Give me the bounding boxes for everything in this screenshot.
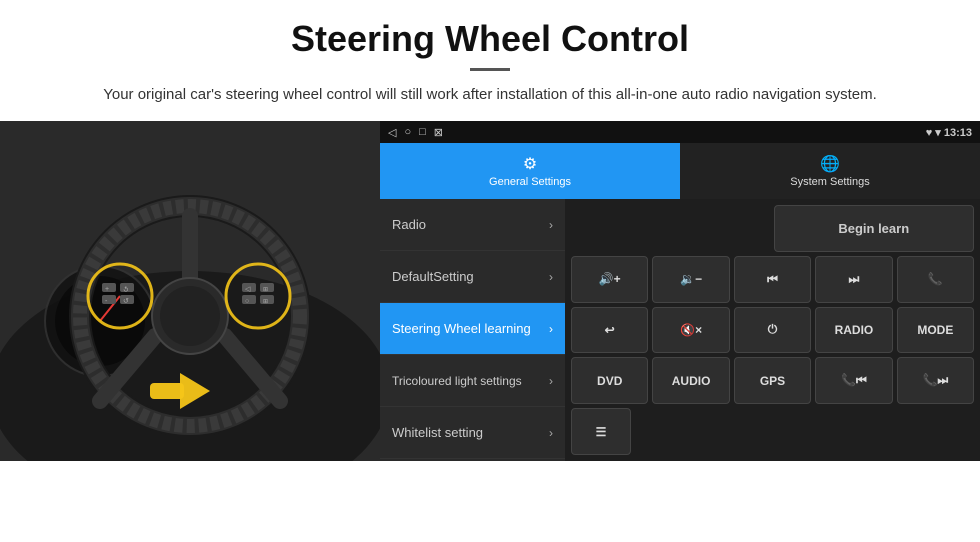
list-button[interactable]: ☰ — [571, 408, 631, 455]
audio-label: AUDIO — [672, 374, 711, 388]
svg-text:⊞: ⊞ — [263, 287, 268, 293]
svg-text:+: + — [105, 286, 109, 293]
home-icon[interactable]: ○ — [404, 126, 411, 139]
top-section: Steering Wheel Control Your original car… — [0, 0, 980, 121]
back-call-icon: ↩ — [605, 323, 615, 337]
svg-text:○: ○ — [245, 298, 249, 305]
power-icon: ⏻ — [768, 322, 778, 337]
subtitle: Your original car's steering wheel contr… — [60, 83, 920, 107]
svg-text:◁: ◁ — [245, 286, 251, 293]
list-icon: ☰ — [596, 425, 607, 439]
system-settings-icon: 🌐 — [820, 154, 840, 174]
general-settings-label: General Settings — [489, 176, 571, 188]
empty-btn — [571, 205, 770, 252]
menu-item-steering[interactable]: Steering Wheel learning › — [380, 303, 565, 355]
panel-row-3: ↩ 🔇× ⏻ RADIO MODE — [571, 307, 974, 354]
vol-up-button[interactable]: 🔊+ — [571, 256, 648, 303]
vol-down-button[interactable]: 🔉− — [652, 256, 729, 303]
vol-up-icon: 🔊+ — [599, 272, 621, 286]
steering-chevron: › — [549, 322, 553, 336]
tricoloured-chevron: › — [549, 374, 553, 388]
grid-icon[interactable]: ⊠ — [434, 126, 443, 139]
mode-button[interactable]: MODE — [897, 307, 974, 354]
panel-row-1: Begin learn — [571, 205, 974, 252]
tab-general[interactable]: ⚙ General Settings — [380, 143, 680, 199]
status-bar: ◁ ○ □ ⊠ ♥ ▾ 13:13 — [380, 121, 980, 143]
tab-bar: ⚙ General Settings 🌐 System Settings — [380, 143, 980, 199]
dvd-button[interactable]: DVD — [571, 357, 648, 404]
dvd-label: DVD — [597, 374, 622, 388]
whitelist-label: Whitelist setting — [392, 425, 483, 440]
next-icon: ⏭ — [849, 272, 860, 287]
status-bar-right: ♥ ▾ 13:13 — [926, 126, 972, 139]
gps-label: GPS — [760, 374, 785, 388]
prev-track-button[interactable]: ⏮ — [734, 256, 811, 303]
tel-prev-button[interactable]: 📞⏮ — [815, 357, 892, 404]
radio-btn[interactable]: RADIO — [815, 307, 892, 354]
title-divider — [470, 68, 510, 71]
vol-down-icon: 🔉− — [680, 272, 702, 286]
back-icon[interactable]: ◁ — [388, 126, 396, 139]
gps-button[interactable]: GPS — [734, 357, 811, 404]
system-settings-label: System Settings — [790, 176, 869, 188]
whitelist-chevron: › — [549, 426, 553, 440]
svg-text:⊞: ⊞ — [263, 299, 268, 305]
svg-text:↺: ↺ — [123, 298, 129, 305]
status-bar-left: ◁ ○ □ ⊠ — [388, 126, 443, 139]
android-ui: ◁ ○ □ ⊠ ♥ ▾ 13:13 ⚙ General Settings 🌐 S… — [380, 121, 980, 461]
panel-row-5: ☰ — [571, 408, 974, 455]
mute-button[interactable]: 🔇× — [652, 307, 729, 354]
time-display: 13:13 — [944, 127, 972, 139]
begin-learn-button[interactable]: Begin learn — [774, 205, 975, 252]
default-label: DefaultSetting — [392, 269, 474, 284]
car-image-area: + - ↺ ↺ ◁ ⊞ ○ ⊞ — [0, 121, 380, 461]
radio-chevron: › — [549, 218, 553, 232]
main-title: Steering Wheel Control — [60, 18, 920, 60]
phone-button[interactable]: 📞 — [897, 256, 974, 303]
menu-item-tricoloured[interactable]: Tricoloured light settings › — [380, 355, 565, 407]
menu-item-radio[interactable]: Radio › — [380, 199, 565, 251]
mute-icon: 🔇× — [680, 323, 702, 337]
tel-next-button[interactable]: 📞⏭ — [897, 357, 974, 404]
next-track-button[interactable]: ⏭ — [815, 256, 892, 303]
signal-icon: ♥ ▾ — [926, 127, 944, 139]
left-menu: Radio › DefaultSetting › Steering Wheel … — [380, 199, 565, 461]
steering-label: Steering Wheel learning — [392, 321, 531, 336]
panel-row-2: 🔊+ 🔉− ⏮ ⏭ 📞 — [571, 256, 974, 303]
prev-icon: ⏮ — [767, 272, 778, 287]
main-row: + - ↺ ↺ ◁ ⊞ ○ ⊞ ◁ ○ — [0, 121, 980, 461]
back-call-button[interactable]: ↩ — [571, 307, 648, 354]
radio-btn-label: RADIO — [835, 323, 874, 337]
power-button[interactable]: ⏻ — [734, 307, 811, 354]
mode-label: MODE — [917, 323, 953, 337]
panel-row-4: DVD AUDIO GPS 📞⏮ 📞⏭ — [571, 357, 974, 404]
tel-prev-icon: 📞⏮ — [841, 373, 867, 388]
content-area: Radio › DefaultSetting › Steering Wheel … — [380, 199, 980, 461]
tricoloured-label: Tricoloured light settings — [392, 374, 522, 388]
tab-system[interactable]: 🌐 System Settings — [680, 143, 980, 199]
general-settings-icon: ⚙ — [523, 154, 537, 174]
default-chevron: › — [549, 270, 553, 284]
tel-next-icon: 📞⏭ — [922, 373, 948, 388]
menu-item-whitelist[interactable]: Whitelist setting › — [380, 407, 565, 459]
audio-button[interactable]: AUDIO — [652, 357, 729, 404]
phone-icon: 📞 — [928, 272, 943, 286]
menu-item-default[interactable]: DefaultSetting › — [380, 251, 565, 303]
recents-icon[interactable]: □ — [419, 126, 426, 139]
radio-label: Radio — [392, 217, 426, 232]
right-panel: Begin learn 🔊+ 🔉− ⏮ ⏭ — [565, 199, 980, 461]
